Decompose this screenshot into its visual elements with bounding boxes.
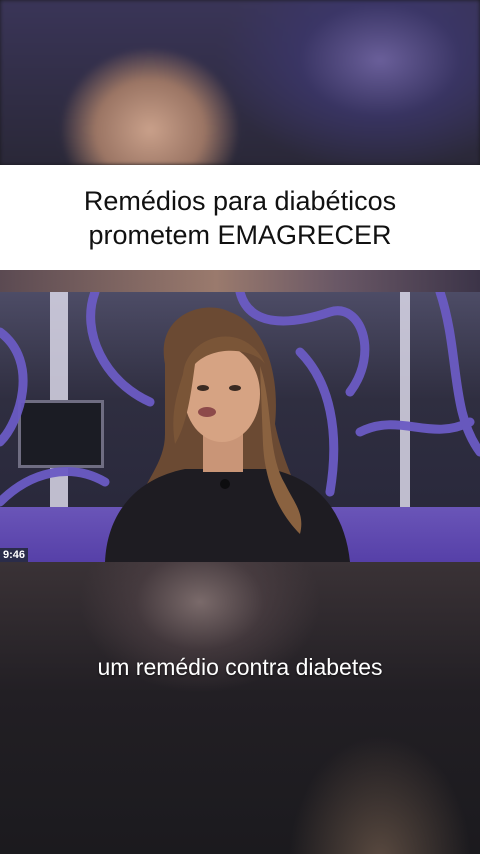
title-line-2: prometem EMAGRECER — [88, 220, 392, 250]
blurred-background-bottom — [0, 562, 480, 854]
video-timestamp: 9:46 — [0, 548, 29, 562]
video-title: Remédios para diabéticos prometem EMAGRE… — [84, 184, 396, 252]
blurred-background-top — [0, 0, 480, 165]
presenter-figure — [105, 307, 350, 562]
title-card: Remédios para diabéticos prometem EMAGRE… — [0, 165, 480, 271]
blurred-background-strip — [0, 270, 480, 292]
video-subtitle: um remédio contra diabetes — [97, 654, 383, 680]
title-line-1: Remédios para diabéticos — [83, 186, 397, 216]
video-frame[interactable]: 9:46 — [0, 292, 480, 562]
